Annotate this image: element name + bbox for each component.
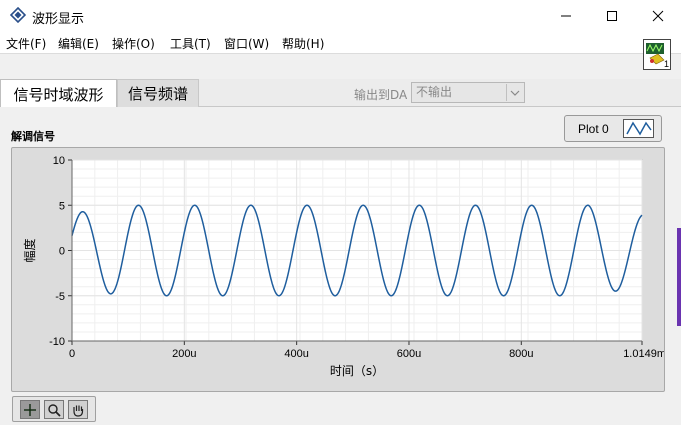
close-button[interactable]	[635, 0, 681, 31]
tab-time-domain[interactable]: 信号时域波形	[0, 79, 117, 108]
y-tick-label: -5	[55, 291, 65, 303]
y-tick-label: -10	[49, 336, 65, 348]
tab-spectrum[interactable]: 信号频谱	[117, 79, 199, 107]
x-tick-label: 200u	[172, 348, 196, 360]
window-title: 波形显示	[32, 12, 85, 27]
x-tick-label: 1.0149m	[623, 348, 664, 360]
da-output-select[interactable]: 不输出	[411, 82, 525, 103]
vi-icon[interactable]: 1	[643, 39, 671, 70]
maximize-icon	[607, 10, 617, 21]
x-tick-label: 600u	[397, 348, 421, 360]
plot-style-icon	[623, 119, 654, 138]
chevron-down-icon	[506, 84, 523, 101]
da-output-value: 不输出	[416, 85, 453, 99]
plot-legend-name: Plot 0	[578, 122, 609, 136]
graph-palette	[12, 396, 96, 422]
waveform-chart: 0 200u 400u 600u 800u 1.0149m 10 5 0 -5 -10 时间（s） 幅度	[22, 155, 664, 378]
tab-time-domain-label: 信号时域波形	[13, 85, 104, 104]
labview-app-icon	[10, 7, 26, 23]
x-tick-label: 400u	[284, 348, 308, 360]
x-axis-title: 时间（s）	[330, 364, 384, 378]
menu-operate[interactable]: 操作(O)	[112, 35, 155, 52]
da-output-label: 输出到DA	[354, 88, 408, 102]
menu-help[interactable]: 帮助(H)	[282, 35, 324, 52]
hand-icon	[73, 405, 84, 417]
y-tick-label: 0	[59, 246, 65, 258]
maximize-button[interactable]	[589, 0, 635, 31]
graph-label: 解调信号	[11, 130, 55, 143]
x-tick-label: 800u	[509, 348, 533, 360]
x-tick-label: 0	[69, 348, 75, 360]
menu-edit[interactable]: 编辑(E)	[58, 35, 99, 52]
minimize-button[interactable]	[543, 0, 589, 31]
menu-file[interactable]: 文件(F)	[6, 35, 46, 52]
toolbar	[0, 53, 681, 77]
menu-window[interactable]: 窗口(W)	[224, 35, 269, 52]
plot-legend[interactable]: Plot 0	[564, 115, 662, 142]
menu-bar: 文件(F) 编辑(E) 操作(O) 工具(T) 窗口(W) 帮助(H)	[0, 31, 681, 53]
close-icon	[652, 10, 664, 21]
waveform-graph[interactable]: 0 200u 400u 600u 800u 1.0149m 10 5 0 -5 -10 时间（s） 幅度	[11, 147, 665, 392]
zoom-tool-button[interactable]	[44, 400, 64, 419]
title-bar: 波形显示	[0, 0, 681, 31]
cursor-tool-button[interactable]	[20, 400, 40, 419]
side-strip	[677, 228, 681, 326]
y-tick-label: 10	[53, 155, 65, 167]
menu-tools[interactable]: 工具(T)	[170, 35, 211, 52]
zoom-icon	[48, 403, 61, 417]
crosshair-icon	[24, 403, 36, 416]
pan-tool-button[interactable]	[68, 400, 88, 419]
y-axis-title: 幅度	[22, 238, 37, 262]
minimize-icon	[561, 15, 571, 16]
vi-icon-number: 1	[663, 59, 669, 69]
y-tick-label: 5	[59, 200, 65, 212]
tab-spectrum-label: 信号频谱	[127, 85, 188, 103]
tab-bar: 信号时域波形 信号频谱 输出到DA 不输出	[0, 79, 681, 108]
